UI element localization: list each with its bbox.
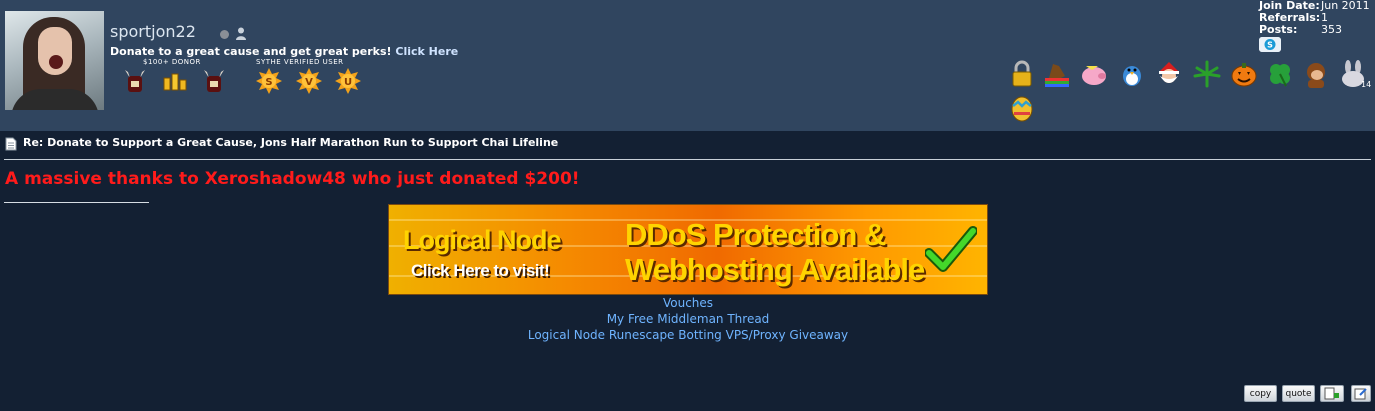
pink-pig-icon [1082, 66, 1106, 85]
svg-text:S: S [1267, 41, 1273, 50]
headline-divider [4, 202, 149, 203]
donate-promo-text: Donate to a great cause and get great pe… [110, 45, 392, 58]
sun-s-badge-icon: S [256, 68, 282, 94]
svg-text:U: U [344, 77, 352, 88]
user-profile-icon[interactable] [235, 27, 247, 40]
ad-click-here: Click Here to visit! [411, 261, 550, 280]
avatar[interactable] [5, 11, 104, 110]
middleman-thread-link[interactable]: My Free Middleman Thread [538, 312, 838, 326]
vps-giveaway-link[interactable]: Logical Node Runescape Botting VPS/Proxy… [438, 328, 938, 342]
lock-icon [1012, 60, 1032, 87]
multi-quote-icon [1324, 387, 1339, 400]
rainbow-horse-icon [1045, 64, 1069, 87]
sun-v-badge-icon: V [296, 68, 322, 94]
bunny-award-count: 14 [1361, 80, 1372, 89]
checkmark-icon [925, 226, 977, 272]
post-headline: A massive thanks to Xeroshadow48 who jus… [5, 169, 580, 189]
ad-banner[interactable]: Logical Node Click Here to visit! DDoS P… [388, 204, 988, 295]
rank-title-donor: $100+ DONOR [143, 58, 201, 66]
ad-headline-1: DDoS Protection & [625, 217, 886, 252]
copy-button[interactable]: copy [1244, 385, 1277, 402]
donate-click-here-link[interactable]: Click Here [395, 45, 458, 58]
stat-label: Posts: [1259, 23, 1298, 36]
ad-headline-2: Webhosting Available [625, 252, 925, 287]
post-title: Re: Donate to Support a Great Cause, Jon… [23, 136, 559, 149]
pumpkin-icon [1231, 63, 1257, 87]
offline-status-icon [220, 30, 229, 39]
multi-quote-button[interactable] [1320, 385, 1344, 402]
edit-post-button[interactable] [1351, 385, 1371, 402]
gold-coins-badge-icon [163, 73, 187, 91]
svg-text:S: S [265, 77, 272, 88]
donate-promo: Donate to a great cause and get great pe… [110, 45, 458, 58]
blue-bird-icon [1123, 66, 1141, 86]
horned-helmet-badge-icon [125, 70, 145, 92]
quote-button[interactable]: quote [1282, 385, 1315, 402]
horned-helmet-badge-icon-2 [204, 70, 224, 92]
leaf-icon [1193, 60, 1221, 88]
vouches-link[interactable]: Vouches [588, 296, 788, 310]
username-link[interactable]: sportjon22 [110, 22, 196, 42]
title-divider [4, 159, 1371, 160]
stat-value: 353 [1321, 23, 1342, 36]
avatar-mouth [49, 55, 63, 69]
ad-brand: Logical Node [403, 225, 562, 255]
santa-icon [1159, 62, 1179, 83]
edit-icon [1354, 388, 1367, 400]
stat-value: Jun 2011 [1321, 0, 1370, 12]
skype-icon[interactable]: S [1259, 37, 1281, 52]
svg-text:V: V [305, 77, 313, 88]
easter-egg-icon [1011, 96, 1033, 122]
monkey-icon [1307, 63, 1325, 88]
sun-u-badge-icon: U [335, 68, 361, 94]
document-icon [5, 137, 17, 151]
clover-icon [1270, 64, 1290, 87]
rank-title-verified: SYTHE VERIFIED USER [256, 58, 344, 66]
